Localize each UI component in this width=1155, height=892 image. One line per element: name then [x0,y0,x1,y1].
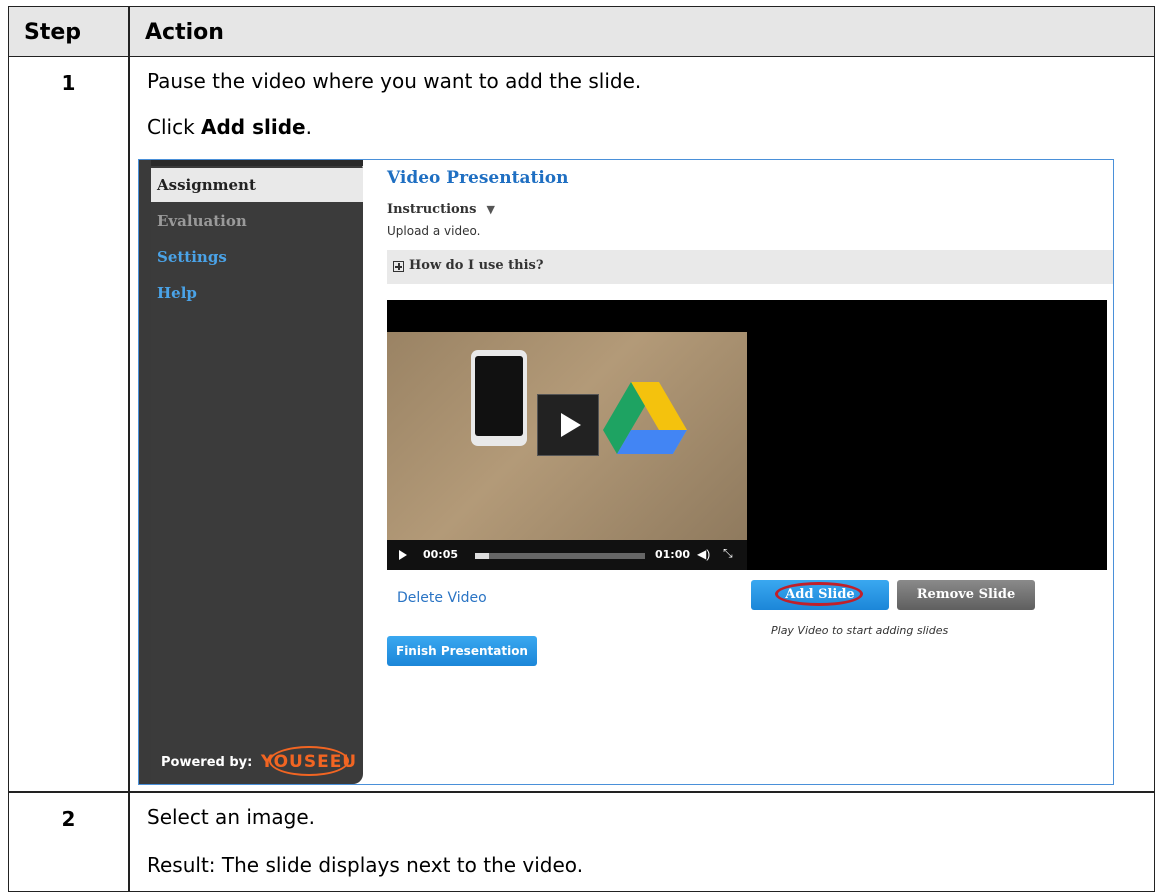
step-2-text: Select an image. [147,805,315,829]
add-slides-hint: Play Video to start adding slides [771,624,949,637]
step-1-click-text: Click Add slide. [147,115,312,139]
column-divider [128,7,130,891]
fullscreen-icon[interactable]: ⤡ [723,546,733,561]
delete-video-link[interactable]: Delete Video [397,590,487,606]
sidebar: Assignment Evaluation Settings Help Powe… [151,160,363,784]
main-panel: Video Presentation Instructions ▼ Upload … [371,160,1113,784]
seek-bar[interactable] [475,553,645,559]
row-divider [9,791,1154,793]
player-controls: 00:05 01:00 ◀) ⤡ [387,540,747,570]
play-icon[interactable] [399,550,407,560]
header-step: Step [24,20,82,45]
triangle-down-icon: ▼ [486,203,495,216]
table-header: Step Action [9,7,1154,57]
step-2-result: Result: The slide displays next to the v… [147,853,584,877]
remove-slide-button[interactable]: Remove Slide [897,580,1035,610]
app-screenshot: Assignment Evaluation Settings Help Powe… [138,159,1114,785]
step-1-text: Pause the video where you want to add th… [147,69,642,93]
play-overlay-button[interactable] [537,394,599,456]
video-player[interactable]: 00:05 01:00 ◀) ⤡ [387,300,1107,570]
instructions-text: Upload a video. [387,224,481,238]
add-slide-emphasis: Add slide [201,115,306,139]
highlight-circle [775,582,863,606]
video-frame [387,332,747,540]
header-action: Action [145,20,224,45]
current-time: 00:05 [423,548,459,561]
sidebar-item-assignment[interactable]: Assignment [151,168,363,202]
phone-image [471,350,527,446]
powered-by-label: Powered by: [161,755,253,770]
sidebar-item-help[interactable]: Help [151,276,363,310]
play-icon [561,413,581,437]
volume-icon[interactable]: ◀) [697,547,710,561]
finish-presentation-button[interactable]: Finish Presentation [387,636,537,666]
step-number-2: 2 [61,807,76,831]
sidebar-item-evaluation[interactable]: Evaluation [151,204,363,238]
youseeu-logo: YOUSEEU [259,746,359,776]
step-number-1: 1 [61,71,76,95]
plus-icon [393,261,404,272]
instructions-table: Step Action 1 Pause the video where you … [8,6,1155,892]
add-slide-button[interactable]: Add Slide [751,580,889,610]
page-title: Video Presentation [387,168,569,188]
instructions-toggle[interactable]: Instructions ▼ [387,202,495,217]
how-do-i-use-this-expander[interactable]: How do I use this? [387,250,1113,284]
sidebar-item-settings[interactable]: Settings [151,240,363,274]
google-drive-icon [603,382,687,454]
duration: 01:00 [655,548,691,561]
